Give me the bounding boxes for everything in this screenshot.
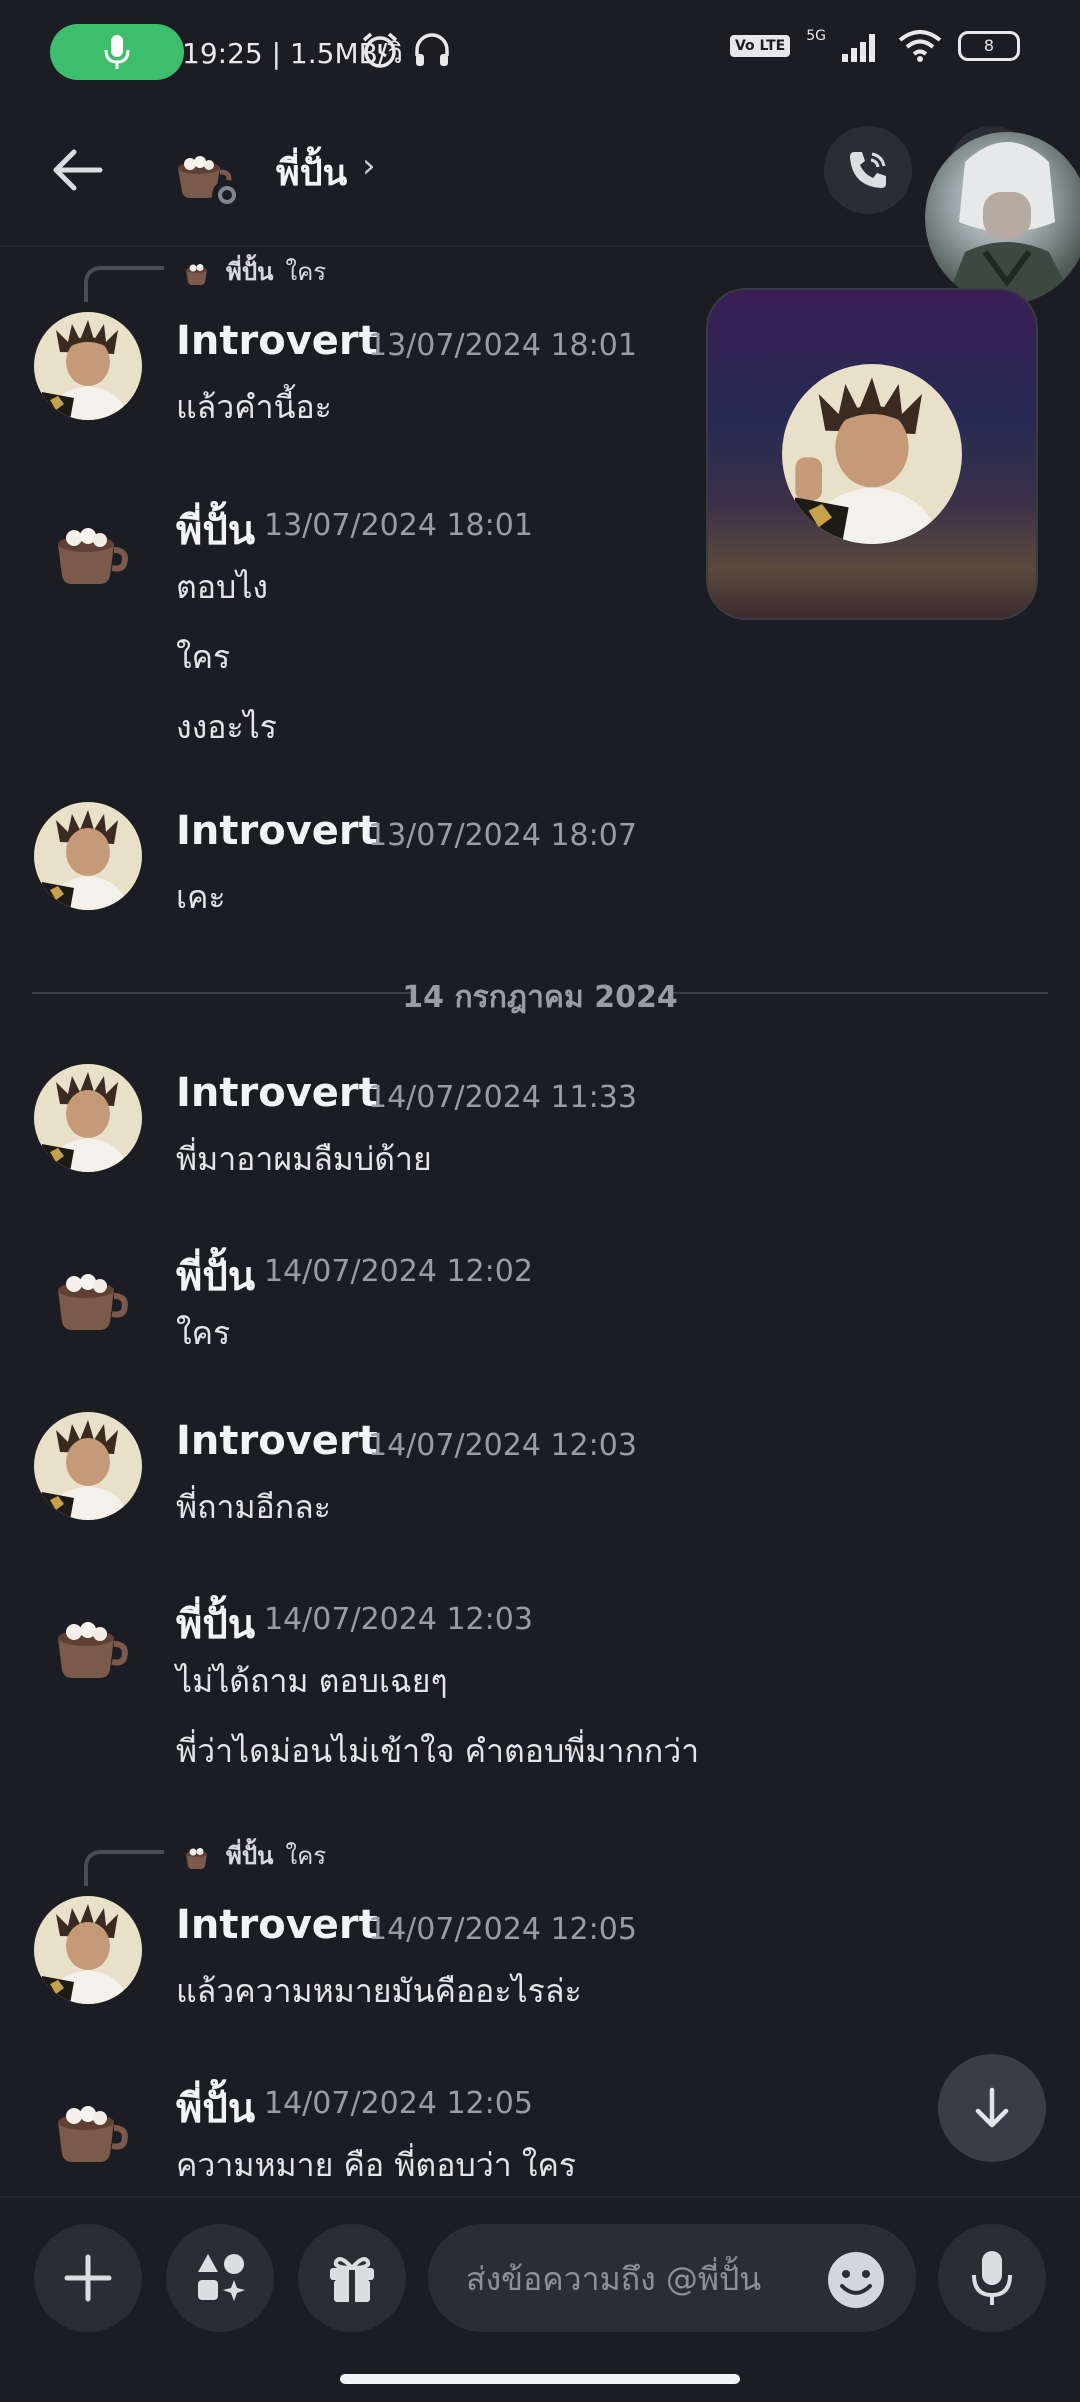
message-author[interactable]: Introvert [176,318,378,364]
message-text[interactable]: เคะ [176,872,226,923]
battery-icon: 8 [958,31,1020,61]
message-group: Introvert 14/07/2024 12:03 พี่ถามอีกละ [0,1400,1080,1530]
avatar[interactable] [34,492,142,600]
avatar[interactable] [34,1412,142,1520]
reply-avatar [186,1847,207,1869]
avatar[interactable] [34,802,142,910]
reply-author: พี่ปั้น [226,258,274,286]
chevron-right-icon[interactable]: › [362,146,376,186]
message-group: พี่ปั้น 14/07/2024 12:05 ความหมาย คือ พี… [0,2058,1080,2188]
message-group: พี่ปั้น 14/07/2024 12:03 ไม่ได้ถาม ตอบเฉ… [0,1574,1080,1774]
gift-button[interactable] [298,2224,406,2332]
status-bar: 19:25 | 1.5MB/วิ Vo LTE 5G 8 [0,0,1080,100]
message-author[interactable]: พี่ปั้น [176,1592,255,1656]
message-group: Introvert 14/07/2024 12:05 แล้วความหมายม… [0,1884,1080,2014]
message-timestamp: 13/07/2024 18:07 [368,818,637,853]
avatar[interactable] [34,1064,142,1172]
apps-icon [198,2254,245,2301]
message-group: Introvert 13/07/2024 18:01 แล้วคำนี้อะ [0,300,1080,430]
reply-author: พี่ปั้น [226,1842,274,1870]
message-group: พี่ปั้น 13/07/2024 18:01 ตอบไง ใคร งงอะไ… [0,480,1080,750]
plus-icon [64,2254,112,2302]
voice-message-button[interactable] [938,2224,1046,2332]
message-timestamp: 13/07/2024 18:01 [368,328,637,363]
message-timestamp: 13/07/2024 18:01 [264,508,533,543]
message-input-container [428,2224,916,2334]
avatar[interactable] [34,1586,142,1694]
message-text[interactable]: แล้วความหมายมันคืออะไรล่ะ [176,1966,582,2017]
alarm-icon [362,32,398,68]
microphone-icon [104,35,130,69]
home-indicator[interactable] [340,2374,740,2384]
arrow-down-icon [975,2087,1009,2128]
avatar[interactable] [34,1896,142,2004]
message-author[interactable]: พี่ปั้น [176,2076,255,2140]
date-divider-label: 14 กรกฎาคม 2024 [402,980,678,1015]
message-timestamp: 14/07/2024 12:05 [368,1912,637,1947]
reply-reference[interactable]: พี่ปั้น ใคร [0,1830,1080,1886]
message-text[interactable]: ไม่ได้ถาม ตอบเฉยๆ [176,1656,448,1707]
reply-avatar [186,263,207,285]
message-input[interactable] [464,2224,828,2334]
message-text[interactable]: แล้วคำนี้อะ [176,382,332,433]
chat-title[interactable]: พี่ปั้น [276,144,347,201]
back-arrow-icon[interactable] [44,136,112,204]
microphone-icon [972,2251,1012,2305]
message-text[interactable]: พี่ถามอีกละ [176,1482,331,1533]
message-timestamp: 14/07/2024 12:03 [264,1602,533,1637]
reply-connector [84,266,164,302]
jump-to-latest-button[interactable] [938,2054,1046,2162]
message-author[interactable]: Introvert [176,1902,378,1948]
message-timestamp: 14/07/2024 12:03 [368,1428,637,1463]
status-indicators: Vo LTE 5G 8 [729,28,1020,62]
date-divider: 14 กรกฎาคม 2024 [32,970,1048,1016]
message-text[interactable]: ใคร [176,632,230,683]
add-attachment-button[interactable] [34,2224,142,2332]
signal-icon [842,34,875,62]
message-author[interactable]: พี่ปั้น [176,498,255,562]
message-text[interactable]: พี่ว่าไดม่อนไม่เข้าใจ คำตอบพี่มากกว่า [176,1726,699,1777]
message-text[interactable]: งงอะไร [176,702,277,753]
message-text[interactable]: ใคร [176,1308,230,1359]
gift-icon [330,2257,374,2302]
headphones-icon [415,33,449,66]
message-group: พี่ปั้น 14/07/2024 12:02 ใคร [0,1226,1080,1356]
reply-reference[interactable]: พี่ปั้น ใคร [0,246,1080,302]
chat-header: พี่ปั้น › [0,100,1080,247]
message-timestamp: 14/07/2024 11:33 [368,1080,637,1115]
message-author[interactable]: Introvert [176,1070,378,1116]
message-author[interactable]: Introvert [176,1418,378,1464]
battery-level: 8 [983,36,995,55]
message-group: Introvert 14/07/2024 11:33 พี่มาอาผมลืมบ… [0,1052,1080,1182]
avatar[interactable] [34,312,142,420]
voice-call-button[interactable] [824,126,912,214]
message-text[interactable]: พี่มาอาผมลืมบ่ด้าย [176,1134,432,1185]
composer-bar [0,2196,1080,2402]
reply-connector [84,1850,164,1886]
avatar[interactable] [34,2070,142,2178]
message-author[interactable]: พี่ปั้น [176,1244,255,1308]
message-group: Introvert 13/07/2024 18:07 เคะ [0,790,1080,920]
mic-active-pill[interactable] [50,24,184,80]
reply-text: ใคร [285,258,327,286]
message-text[interactable]: ความหมาย คือ พี่ตอบว่า ใคร [176,2140,576,2191]
reply-text: ใคร [285,1842,327,1870]
phone-call-icon [850,152,886,188]
apps-button[interactable] [166,2224,274,2332]
emoji-icon[interactable] [826,2250,886,2310]
offline-status-indicator [212,180,242,210]
message-author[interactable]: Introvert [176,808,378,854]
avatar[interactable] [34,1238,142,1346]
wifi-icon [898,30,942,62]
message-timestamp: 14/07/2024 12:02 [264,1254,533,1289]
volte-badge: Vo LTE [729,35,791,57]
message-timestamp: 14/07/2024 12:05 [264,2086,533,2121]
message-text[interactable]: ตอบไง [176,562,268,613]
network-type: 5G [806,28,826,44]
